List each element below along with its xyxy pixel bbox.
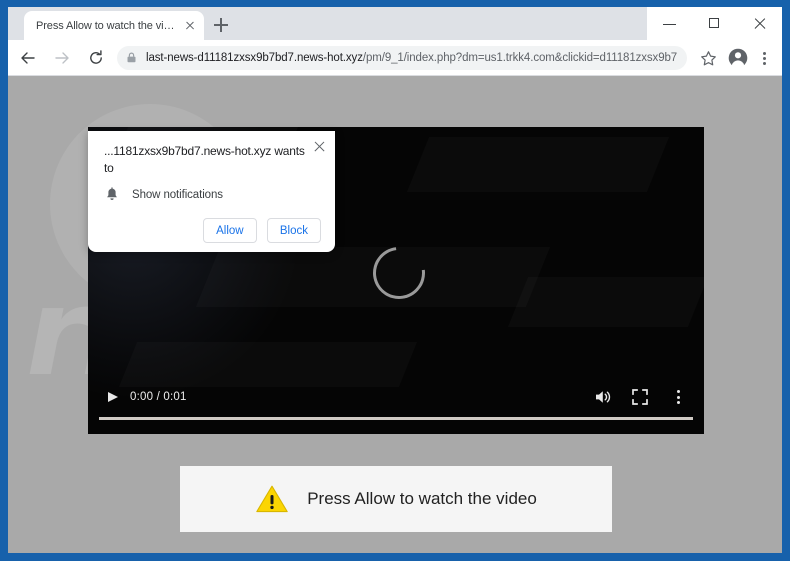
browser-toolbar: last-news-d11181zxsx9b7bd7.news-hot.xyz/…	[8, 40, 782, 76]
video-time-display: 0:00 / 0:01	[130, 391, 187, 403]
volume-icon[interactable]	[589, 384, 617, 410]
press-allow-banner: Press Allow to watch the video	[180, 466, 612, 532]
bookmark-star-icon[interactable]	[695, 45, 721, 71]
permission-row: Show notifications	[88, 177, 335, 203]
video-more-options-icon[interactable]	[664, 384, 692, 410]
block-button[interactable]: Block	[266, 218, 321, 243]
browser-tab[interactable]: Press Allow to watch the video	[24, 11, 204, 40]
video-progress-bar[interactable]	[99, 417, 693, 420]
warning-triangle-icon	[255, 484, 289, 514]
reload-icon[interactable]	[82, 44, 110, 72]
new-tab-icon[interactable]	[211, 15, 231, 35]
close-tab-icon[interactable]	[182, 18, 198, 34]
tab-strip: Press Allow to watch the video	[8, 7, 782, 40]
close-popup-icon[interactable]	[312, 139, 327, 154]
play-button-icon[interactable]	[99, 384, 125, 410]
url-host: last-news-d11181zxsx9b7bd7.news-hot.xyz	[146, 51, 363, 64]
video-controls-row: 0:00 / 0:01	[88, 383, 704, 411]
video-bg-shape	[508, 277, 704, 327]
address-bar[interactable]: last-news-d11181zxsx9b7bd7.news-hot.xyz/…	[117, 45, 687, 70]
permission-buttons: Allow Block	[88, 203, 335, 243]
window-controls	[647, 7, 782, 40]
video-bg-shape	[407, 137, 669, 192]
url-path: /pm/9_1/index.php?dm=us1.trkk4.com&click…	[362, 51, 677, 64]
allow-button[interactable]: Allow	[202, 218, 257, 243]
permission-popup-title: ...1181zxsx9b7bd7.news-hot.xyz wants to	[104, 144, 305, 175]
url-text: last-news-d11181zxsx9b7bd7.news-hot.xyz/…	[146, 52, 677, 64]
forward-icon[interactable]	[48, 44, 76, 72]
browser-menu-icon[interactable]	[753, 45, 775, 71]
lock-icon	[125, 51, 138, 64]
close-window-button[interactable]	[737, 7, 782, 40]
page-viewport: risk.com 0:00 / 0:01	[8, 76, 782, 553]
fullscreen-icon[interactable]	[626, 384, 654, 410]
maximize-button[interactable]	[692, 7, 737, 40]
back-icon[interactable]	[14, 44, 42, 72]
screenshot-frame: Press Allow to watch the video last-news…	[0, 0, 790, 561]
browser-window: Press Allow to watch the video last-news…	[8, 7, 782, 553]
banner-text: Press Allow to watch the video	[307, 489, 537, 508]
video-controls: 0:00 / 0:01	[88, 379, 704, 434]
bell-icon	[104, 187, 120, 203]
notification-permission-popup: ...1181zxsx9b7bd7.news-hot.xyz wants to …	[88, 131, 335, 252]
tab-title: Press Allow to watch the video	[36, 19, 178, 32]
minimize-button[interactable]	[647, 7, 692, 40]
permission-label: Show notifications	[132, 189, 223, 201]
profile-avatar-icon[interactable]	[724, 45, 750, 71]
